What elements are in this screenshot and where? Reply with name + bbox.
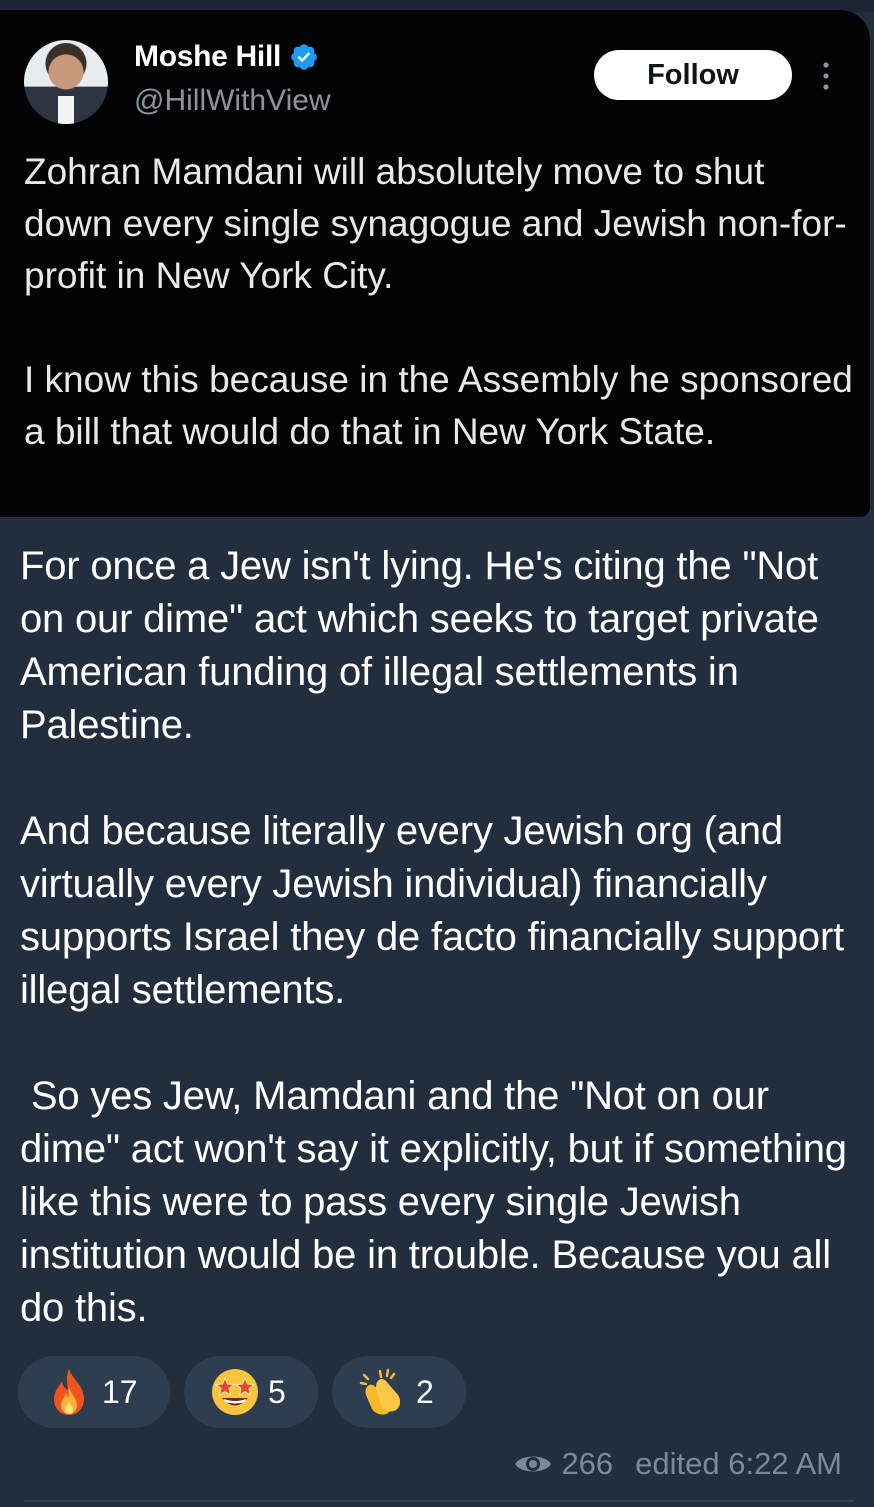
view-count: 266 [561,1446,614,1481]
edited-timestamp: edited 6:22 AM [635,1446,842,1481]
tweet-paragraph: Zohran Mamdani will absolutely move to s… [24,151,847,296]
fire-emoji-icon [54,1369,84,1415]
message-paragraph: And because literally every Jewish org (… [20,809,844,1012]
eye-icon [515,1456,552,1472]
clapping-hands-emoji-icon [359,1368,401,1415]
message-meta: 266 edited 6:22 AM [513,1446,842,1482]
star-struck-emoji-icon [212,1369,258,1415]
reaction-star-struck[interactable]: 5 [184,1356,318,1428]
message-paragraph: So yes Jew, Mamdani and the "Not on our … [20,1074,858,1330]
reaction-count: 2 [416,1373,434,1410]
embedded-tweet-screenshot[interactable]: Moshe Hill @HillWithView Follow Zohran M… [0,10,870,517]
avatar [24,40,108,124]
reaction-count: 5 [268,1373,286,1410]
tweet-text: Zohran Mamdani will absolutely move to s… [24,146,854,510]
message-view: Moshe Hill @HillWithView Follow Zohran M… [0,0,874,1507]
author-display-name: Moshe Hill [134,40,282,73]
verified-badge-icon [291,44,317,70]
message-paragraph: For once a Jew isn't lying. He's citing … [20,544,819,747]
tweet-author: Moshe Hill [134,40,319,74]
reaction-fire[interactable]: 17 [18,1356,170,1428]
follow-button[interactable]: Follow [594,50,792,100]
message-text: For once a Jew isn't lying. He's citing … [20,540,850,1388]
author-handle: @HillWithView [134,84,331,117]
reactions-bar: 17 5 2 [18,1356,480,1428]
more-options-icon[interactable] [818,60,834,92]
reaction-clap[interactable]: 2 [332,1356,466,1428]
reaction-count: 17 [102,1373,138,1410]
divider [24,1500,854,1502]
tweet-paragraph: I know this because in the Assembly he s… [24,359,853,452]
